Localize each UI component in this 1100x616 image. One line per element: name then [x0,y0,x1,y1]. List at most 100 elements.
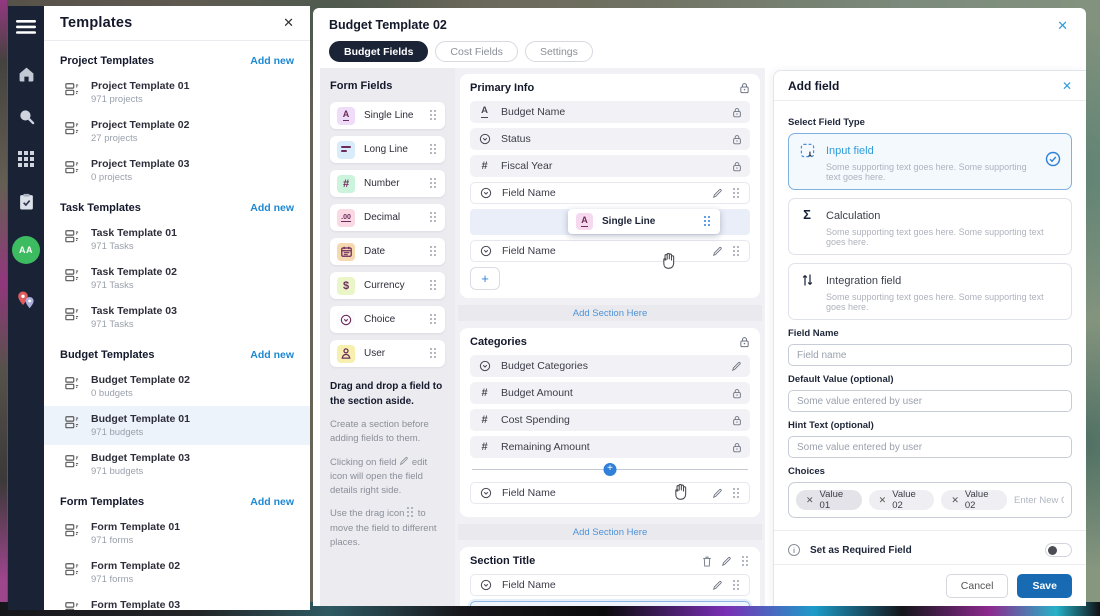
list-item[interactable]: Task Template 03 971 Tasks [60,298,294,337]
palette-field-long-line[interactable]: Long Line [330,136,445,163]
choice-chip[interactable]: ✕ Value 02 [868,489,935,511]
list-item[interactable]: Budget Template 02 0 budgets [60,367,294,406]
trash-icon[interactable] [702,556,712,567]
drag-handle-icon[interactable] [430,110,438,121]
cancel-button[interactable]: Cancel [945,573,1009,598]
close-icon[interactable]: ✕ [1062,79,1072,93]
add-new-project-template-link[interactable]: Add new [250,55,294,67]
list-item[interactable]: Form Template 01 971 forms [60,514,294,553]
drag-handle-icon[interactable] [430,348,438,359]
field-type-integration-field[interactable]: Integration field Some supporting text g… [788,263,1072,320]
field-row[interactable]: Budget Categories [470,355,750,377]
search-icon[interactable] [18,108,35,125]
dragged-field-card[interactable]: A Single Line [568,209,720,234]
tab-cost-fields[interactable]: Cost Fields [435,41,518,62]
field-row[interactable]: # Budget Amount [470,382,750,404]
tasks-clipboard-icon[interactable] [19,193,34,210]
add-new-form-template-link[interactable]: Add new [250,496,294,508]
drag-handle-icon[interactable] [733,579,741,591]
list-item[interactable]: Task Template 02 971 Tasks [60,259,294,298]
field-row[interactable]: Field Name [470,182,750,204]
save-button[interactable]: Save [1017,573,1072,598]
add-section-button[interactable]: Add Section Here [458,524,762,540]
choice-chip[interactable]: ✕ Value 02 [941,489,1008,511]
section-title: Primary Info [470,82,535,94]
palette-field-currency[interactable]: $ Currency [330,272,445,299]
close-icon[interactable]: ✕ [283,15,294,31]
field-row[interactable]: # Cost Spending [470,409,750,431]
pencil-icon[interactable] [721,556,732,567]
list-item[interactable]: Form Template 02 971 forms [60,553,294,592]
field-row-selected[interactable]: A Field Name [470,601,750,606]
list-item[interactable]: Project Template 03 0 projects [60,151,294,190]
add-new-budget-template-link[interactable]: Add new [250,349,294,361]
remove-icon[interactable]: ✕ [951,495,959,506]
drag-handle-icon[interactable] [430,178,438,189]
drag-handle-icon[interactable] [430,314,438,325]
add-section-button[interactable]: Add Section Here [458,305,762,321]
drag-handle-icon[interactable] [704,216,712,227]
close-icon[interactable]: ✕ [1057,18,1068,34]
apps-grid-icon[interactable] [18,151,34,167]
group-label: Form Templates [60,496,145,508]
default-value-input[interactable] [788,390,1072,412]
drag-handle-icon[interactable] [430,246,438,257]
new-choice-input[interactable] [1014,494,1065,506]
list-item[interactable]: Task Template 01 971 Tasks [60,220,294,259]
palette-field-single-line[interactable]: A Single Line [330,102,445,129]
single-line-icon: A [481,105,488,118]
list-item[interactable]: Project Template 01 971 projects [60,73,294,112]
palette-field-label: Currency [364,280,405,291]
list-item[interactable]: Form Template 03971 forms [60,592,294,610]
add-field-button[interactable]: + [470,267,500,290]
toggle-label: Set as Required Field [810,544,912,556]
drag-handle-icon[interactable] [742,555,750,567]
home-icon[interactable] [18,66,35,82]
pencil-icon[interactable] [731,361,742,372]
field-row[interactable]: Field Name [470,240,750,262]
field-row[interactable]: A Budget Name [470,101,750,123]
remove-icon[interactable]: ✕ [806,495,814,506]
pencil-icon[interactable] [712,488,723,499]
pencil-icon[interactable] [712,246,723,257]
drag-handle-icon[interactable] [733,187,741,199]
pencil-icon[interactable] [712,188,723,199]
palette-field-date[interactable]: Date [330,238,445,265]
palette-field-user[interactable]: User [330,340,445,367]
hint-text-input[interactable] [788,436,1072,458]
list-item-selected[interactable]: Budget Template 01 971 budgets [44,406,310,445]
list-item[interactable]: Budget Template 03 971 budgets [60,445,294,484]
field-type-calculation[interactable]: Σ Calculation Some supporting text goes … [788,198,1072,255]
lock-icon [732,442,742,453]
field-row[interactable]: # Remaining Amount [470,436,750,458]
map-pins-icon[interactable] [16,290,36,310]
required-field-toggle[interactable] [1045,543,1072,557]
drop-target-row[interactable]: A Single Line [470,209,750,235]
add-field-panel: Add field ✕ Select Field Type Input fiel… [773,70,1086,606]
field-row[interactable]: Field Name [470,482,750,504]
field-name-input[interactable] [788,344,1072,366]
section-card-primary-info: Primary Info A Budget Name Status # Fisc… [460,74,760,298]
pencil-icon[interactable] [712,580,723,591]
drag-handle-icon[interactable] [430,280,438,291]
drag-handle-icon[interactable] [733,487,741,499]
field-row[interactable]: Status [470,128,750,150]
remove-icon[interactable]: ✕ [879,495,887,506]
field-row[interactable]: Field Name [470,574,750,596]
avatar[interactable]: AA [12,236,40,264]
tab-settings[interactable]: Settings [524,41,593,62]
drag-handle-icon[interactable] [430,212,438,223]
add-new-task-template-link[interactable]: Add new [250,202,294,214]
palette-field-decimal[interactable]: .00 Decimal [330,204,445,231]
palette-field-number[interactable]: # Number [330,170,445,197]
menu-icon[interactable] [16,20,36,34]
drag-handle-icon[interactable] [430,144,438,155]
palette-field-choice[interactable]: Choice [330,306,445,333]
insert-field-button[interactable]: + [603,463,617,476]
choice-chip[interactable]: ✕ Value 01 [796,489,862,511]
drag-handle-icon[interactable] [733,245,741,257]
field-row[interactable]: # Fiscal Year [470,155,750,177]
list-item[interactable]: Project Template 02 27 projects [60,112,294,151]
tab-budget-fields[interactable]: Budget Fields [329,41,429,62]
field-type-input-field[interactable]: Input field Some supporting text goes he… [788,133,1072,190]
